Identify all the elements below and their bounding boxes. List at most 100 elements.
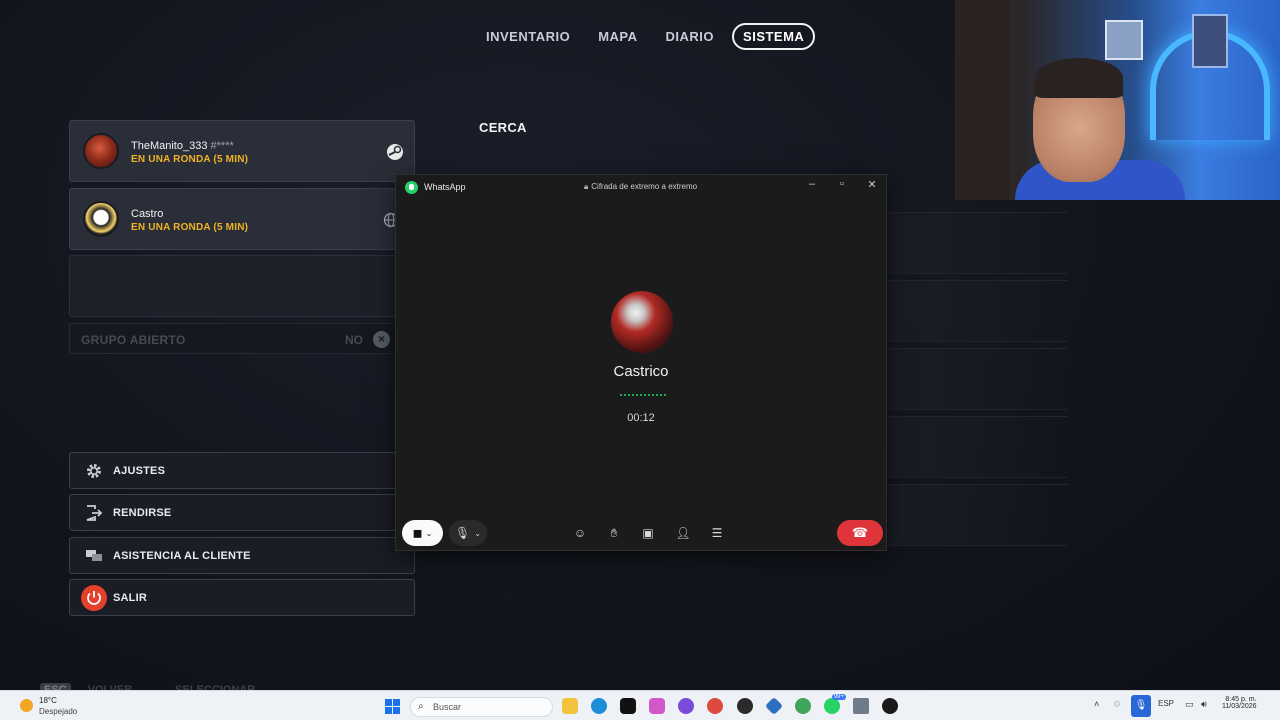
open-group-value: NO bbox=[345, 333, 363, 347]
more-button[interactable]: ☰ bbox=[706, 520, 728, 546]
search-placeholder: Buscar bbox=[433, 702, 462, 712]
section-title-cerca: CERCA bbox=[479, 120, 527, 135]
avatar bbox=[83, 133, 119, 169]
windows-taskbar: 18°C Despejado ⌕ Buscar 99+ ˄ ⚙ 🎙︎ ESP ▭… bbox=[0, 690, 1280, 720]
weather-icon[interactable] bbox=[20, 699, 33, 712]
game-app-icon[interactable] bbox=[737, 698, 753, 714]
title-bar[interactable]: WhatsApp 🔒︎ Cifrada de extremo a extremo … bbox=[396, 175, 886, 200]
open-group-toggle[interactable]: GRUPO ABIERTO NO × bbox=[69, 323, 399, 354]
volume-icon[interactable]: 🔊︎ bbox=[1201, 699, 1207, 710]
close-icon[interactable]: × bbox=[373, 331, 390, 348]
maximize-icon[interactable]: ▫ bbox=[834, 178, 850, 190]
nearby-row bbox=[888, 280, 1068, 342]
end-call-button[interactable]: ☎︎ bbox=[837, 520, 883, 546]
callee-avatar bbox=[611, 291, 673, 353]
empty-party-slot[interactable] bbox=[69, 255, 399, 317]
system-clock[interactable]: 8:45 p. m. 11/03/2026 bbox=[1222, 696, 1257, 710]
chat-bubbles-icon bbox=[86, 550, 102, 561]
clock-time: 8:45 p. m. bbox=[1225, 696, 1257, 703]
add-person-icon: 👤︎ bbox=[675, 526, 691, 540]
nearby-row bbox=[888, 212, 1068, 274]
encryption-notice: 🔒︎ Cifrada de extremo a extremo bbox=[584, 182, 698, 191]
end-call-icon: ☎︎ bbox=[851, 525, 869, 540]
whatsapp-logo-icon bbox=[405, 181, 418, 194]
avatar bbox=[83, 201, 119, 237]
salir-label: SALIR bbox=[113, 592, 147, 604]
party-member-name: Castro bbox=[131, 208, 164, 220]
rendirse-button[interactable]: RENDIRSE bbox=[69, 494, 415, 531]
raise-hand-button[interactable]: ✋︎ bbox=[603, 520, 625, 546]
tab-inventario[interactable]: INVENTARIO bbox=[476, 23, 580, 50]
more-icon: ☰ bbox=[711, 526, 723, 540]
twitch-icon[interactable] bbox=[678, 698, 694, 714]
exit-door-icon bbox=[86, 505, 103, 521]
mic-icon: 🎙︎ bbox=[455, 526, 471, 540]
network-icon[interactable]: ▭ bbox=[1185, 699, 1194, 710]
callee-name: Castrico bbox=[613, 363, 669, 380]
screen-share-icon: ▣ bbox=[642, 526, 654, 540]
party-member-card[interactable]: TheManito_333 #**** EN UNA RONDA (5 MIN) bbox=[69, 120, 415, 182]
salir-button[interactable]: SALIR bbox=[69, 579, 415, 616]
mic-toggle-button[interactable]: 🎙︎ ⌄ bbox=[449, 520, 487, 546]
edge-icon[interactable] bbox=[591, 698, 607, 714]
obs-icon[interactable] bbox=[882, 698, 898, 714]
asistencia-label: ASISTENCIA AL CLIENTE bbox=[113, 550, 251, 562]
party-member-card[interactable]: Castro EN UNA RONDA (5 MIN) bbox=[69, 188, 415, 250]
rendirse-label: RENDIRSE bbox=[113, 507, 172, 519]
clock-date: 11/03/2026 bbox=[1222, 703, 1257, 710]
close-icon[interactable]: ✕ bbox=[864, 178, 880, 191]
nearby-row bbox=[888, 416, 1068, 478]
chevron-down-icon: ⌄ bbox=[474, 528, 481, 538]
emoji-button[interactable]: ☺ bbox=[569, 520, 591, 546]
whatsapp-call-window: WhatsApp 🔒︎ Cifrada de extremo a extremo … bbox=[395, 174, 887, 551]
minimize-icon[interactable]: – bbox=[804, 178, 820, 190]
tab-sistema[interactable]: SISTEMA bbox=[732, 23, 816, 50]
tray-app-icon[interactable]: ⚙ bbox=[1113, 699, 1121, 710]
chrome-profile-icon[interactable] bbox=[795, 698, 811, 714]
notification-badge: 99+ bbox=[831, 694, 846, 700]
nearby-row bbox=[888, 484, 1068, 546]
raise-hand-icon: ✋︎ bbox=[610, 525, 618, 540]
party-member-status: EN UNA RONDA (5 MIN) bbox=[131, 154, 249, 165]
tab-diario[interactable]: DIARIO bbox=[656, 23, 725, 50]
file-explorer-icon[interactable] bbox=[562, 698, 578, 714]
party-member-tag: #**** bbox=[210, 140, 234, 152]
camera-off-icon: ◼︎ bbox=[412, 526, 423, 540]
diamond-app-icon[interactable] bbox=[764, 696, 784, 716]
party-member-name: TheManito_333 bbox=[131, 140, 208, 152]
chevron-down-icon: ⌄ bbox=[425, 528, 433, 538]
weather-temp[interactable]: 18°C bbox=[39, 696, 57, 705]
tiktok-icon[interactable] bbox=[620, 698, 636, 714]
party-member-status: EN UNA RONDA (5 MIN) bbox=[131, 222, 249, 233]
camera-toggle-button[interactable]: ◼︎ ⌄ bbox=[402, 520, 443, 546]
add-person-button[interactable]: 👤︎ bbox=[672, 520, 694, 546]
screen-share-button[interactable]: ▣ bbox=[637, 520, 659, 546]
chrome-icon[interactable] bbox=[707, 698, 723, 714]
asistencia-button[interactable]: ASISTENCIA AL CLIENTE bbox=[69, 537, 415, 574]
chevron-up-icon[interactable]: ˄ bbox=[1094, 699, 1099, 709]
copilot-icon[interactable] bbox=[649, 698, 665, 714]
webcam-overlay bbox=[955, 0, 1280, 200]
search-icon: ⌕ bbox=[418, 701, 424, 712]
power-icon bbox=[81, 585, 107, 611]
whatsapp-taskbar-icon[interactable]: 99+ bbox=[824, 694, 846, 714]
tab-mapa[interactable]: MAPA bbox=[588, 23, 647, 50]
app-name: WhatsApp bbox=[424, 182, 466, 192]
ajustes-label: AJUSTES bbox=[113, 465, 166, 477]
nearby-row bbox=[888, 348, 1068, 410]
start-button[interactable] bbox=[385, 699, 400, 714]
weather-condition[interactable]: Despejado bbox=[39, 707, 77, 716]
taskbar-search[interactable]: ⌕ Buscar bbox=[410, 697, 553, 717]
connection-indicator bbox=[620, 394, 666, 396]
open-group-label: GRUPO ABIERTO bbox=[81, 333, 186, 347]
gear-icon bbox=[87, 464, 101, 478]
language-indicator[interactable]: ESP bbox=[1158, 699, 1174, 708]
ajustes-button[interactable]: AJUSTES bbox=[69, 452, 415, 489]
lock-icon: 🔒︎ bbox=[584, 182, 589, 191]
mic-tray-icon[interactable]: 🎙︎ bbox=[1131, 695, 1151, 717]
top-nav: INVENTARIO MAPA DIARIO SISTEMA bbox=[476, 23, 823, 50]
calculator-icon[interactable] bbox=[853, 698, 869, 714]
steam-icon bbox=[387, 144, 403, 160]
call-timer: 00:12 bbox=[627, 412, 655, 424]
emoji-icon: ☺ bbox=[573, 526, 587, 540]
